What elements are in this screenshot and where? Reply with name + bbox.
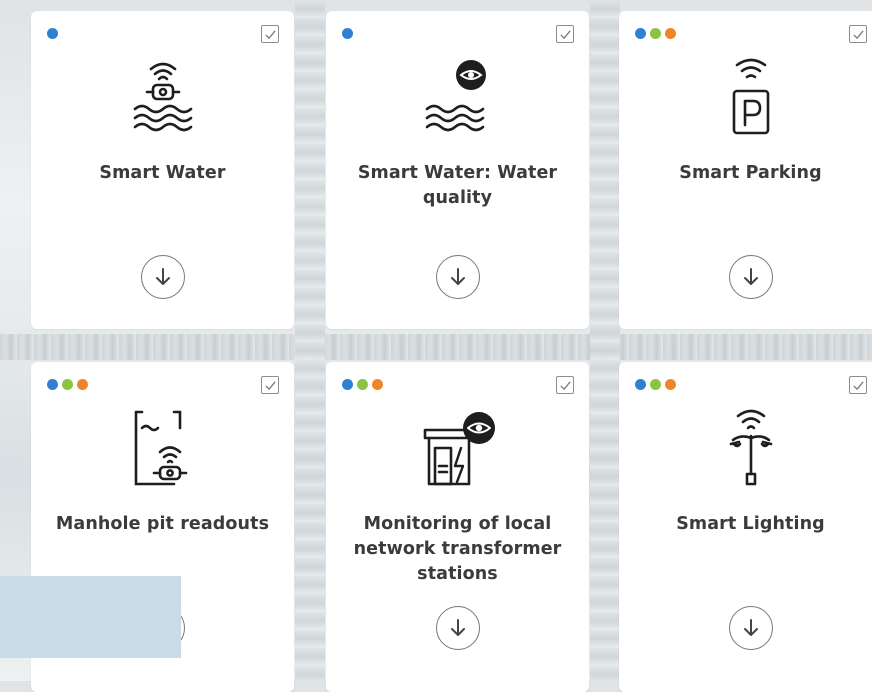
network-dots <box>635 28 676 39</box>
parking-sign-wireless-icon <box>732 58 769 135</box>
dot-blue <box>47 379 58 390</box>
download-button[interactable] <box>435 255 480 299</box>
select-checkbox[interactable] <box>261 376 279 394</box>
card-title: Monitoring of local network transformer … <box>353 514 562 584</box>
download-button[interactable] <box>728 255 773 299</box>
street-lamp-wireless-icon <box>729 409 772 486</box>
select-checkbox[interactable] <box>849 376 867 394</box>
check-icon <box>852 380 864 390</box>
select-checkbox[interactable] <box>556 25 574 43</box>
background-column <box>295 0 325 681</box>
network-dots <box>342 379 383 390</box>
check-icon <box>852 29 864 39</box>
card-title: Smart Parking <box>679 163 822 183</box>
dot-orange <box>665 379 676 390</box>
arrow-down-icon <box>450 268 465 285</box>
check-icon <box>559 29 571 39</box>
network-dots <box>342 28 353 39</box>
background-band <box>0 334 872 360</box>
download-button[interactable] <box>435 606 480 650</box>
dot-blue <box>635 379 646 390</box>
network-dots <box>47 28 58 39</box>
dot-orange <box>77 379 88 390</box>
check-icon <box>264 29 276 39</box>
card-title: Manhole pit readouts <box>55 514 270 534</box>
wireless-water-meter-icon <box>133 62 192 132</box>
dot-blue <box>342 28 353 39</box>
overlay-panel <box>0 576 181 658</box>
dot-orange <box>665 28 676 39</box>
download-button[interactable] <box>728 606 773 650</box>
check-icon <box>264 380 276 390</box>
network-dots <box>47 379 88 390</box>
network-dots <box>635 379 676 390</box>
card-transformer-stations[interactable]: Monitoring of local network transformer … <box>326 362 589 692</box>
card-smart-water-quality[interactable]: Smart Water: Water quality <box>326 11 589 329</box>
dot-green <box>650 28 661 39</box>
dot-green <box>357 379 368 390</box>
card-title: Smart Water: Water quality <box>357 163 558 208</box>
download-button[interactable] <box>140 255 185 299</box>
dot-blue <box>47 28 58 39</box>
card-title: Smart Water <box>99 163 226 183</box>
dot-green <box>650 379 661 390</box>
select-checkbox[interactable] <box>849 25 867 43</box>
dot-orange <box>372 379 383 390</box>
card-smart-lighting[interactable]: Smart Lighting <box>619 362 872 692</box>
water-quality-eye-icon <box>425 60 486 132</box>
check-icon <box>559 380 571 390</box>
card-smart-parking[interactable]: Smart Parking <box>619 11 872 329</box>
arrow-down-icon <box>743 619 758 636</box>
arrow-down-icon <box>743 268 758 285</box>
card-title: Smart Lighting <box>676 514 825 534</box>
arrow-down-icon <box>155 268 170 285</box>
arrow-down-icon <box>450 619 465 636</box>
transformer-station-eye-icon <box>423 412 495 486</box>
select-checkbox[interactable] <box>556 376 574 394</box>
dot-green <box>62 379 73 390</box>
dot-blue <box>342 379 353 390</box>
select-checkbox[interactable] <box>261 25 279 43</box>
manhole-meter-icon <box>134 410 187 486</box>
background-column <box>590 0 620 681</box>
card-smart-water[interactable]: Smart Water <box>31 11 294 329</box>
dot-blue <box>635 28 646 39</box>
